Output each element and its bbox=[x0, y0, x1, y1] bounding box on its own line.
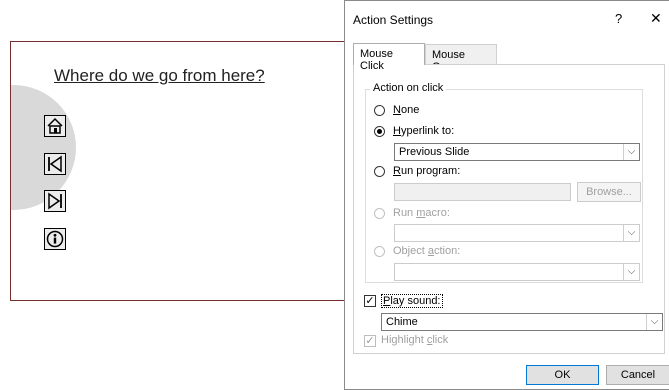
slide-canvas: Where do we go from here? bbox=[10, 41, 362, 301]
radio-run-program[interactable] bbox=[374, 166, 385, 177]
label-object-action: Object action: bbox=[393, 245, 461, 257]
group-title: Action on click bbox=[370, 82, 447, 94]
label-highlight-click: Highlight click bbox=[381, 334, 449, 346]
sound-dropdown[interactable]: Chime ⌵ bbox=[381, 313, 663, 331]
object-action-dropdown[interactable]: ⌵ bbox=[394, 263, 640, 281]
action-settings-dialog: Action Settings ? ✕ Mouse Click Mouse Ov… bbox=[344, 0, 669, 390]
program-path-input[interactable] bbox=[394, 183, 571, 201]
cancel-button[interactable]: Cancel bbox=[606, 365, 669, 385]
ok-button[interactable]: OK bbox=[526, 365, 599, 385]
skip-forward-icon[interactable] bbox=[44, 190, 66, 212]
label-hyperlink[interactable]: Hyperlink to: bbox=[393, 125, 454, 137]
label-play-sound[interactable]: Play sound: bbox=[381, 294, 443, 308]
browse-button[interactable]: Browse... bbox=[577, 182, 641, 202]
slide-title[interactable]: Where do we go from here? bbox=[54, 66, 265, 86]
skip-back-icon[interactable] bbox=[44, 153, 66, 175]
close-button[interactable]: ✕ bbox=[650, 10, 662, 27]
dialog-title: Action Settings bbox=[353, 13, 434, 27]
radio-none[interactable] bbox=[374, 105, 385, 116]
label-none[interactable]: None bbox=[393, 104, 419, 116]
tab-mouse-over[interactable]: Mouse Over bbox=[425, 44, 497, 73]
chevron-down-icon[interactable]: ⌵ bbox=[623, 144, 639, 160]
sound-value: Chime bbox=[386, 316, 418, 328]
label-run-program[interactable]: Run program: bbox=[393, 165, 460, 177]
chevron-down-icon[interactable]: ⌵ bbox=[646, 314, 662, 330]
help-button[interactable]: ? bbox=[615, 11, 622, 26]
hyperlink-value: Previous Slide bbox=[399, 146, 470, 158]
chevron-down-icon[interactable]: ⌵ bbox=[623, 264, 639, 280]
hyperlink-dropdown[interactable]: Previous Slide ⌵ bbox=[394, 143, 640, 161]
radio-hyperlink[interactable] bbox=[374, 126, 385, 137]
title-bar: Action Settings ? ✕ bbox=[345, 1, 669, 39]
tab-mouse-click[interactable]: Mouse Click bbox=[353, 43, 425, 72]
home-icon[interactable] bbox=[44, 115, 66, 137]
chevron-down-icon[interactable]: ⌵ bbox=[623, 225, 639, 241]
highlight-click-checkbox[interactable]: ✓ bbox=[364, 335, 376, 347]
label-run-macro: Run macro: bbox=[393, 207, 450, 219]
info-icon[interactable] bbox=[44, 228, 66, 250]
decorative-circle bbox=[11, 85, 76, 210]
macro-dropdown[interactable]: ⌵ bbox=[394, 224, 640, 242]
play-sound-checkbox[interactable]: ✓ bbox=[364, 295, 376, 307]
radio-run-macro[interactable] bbox=[374, 208, 385, 219]
radio-object-action[interactable] bbox=[374, 246, 385, 257]
